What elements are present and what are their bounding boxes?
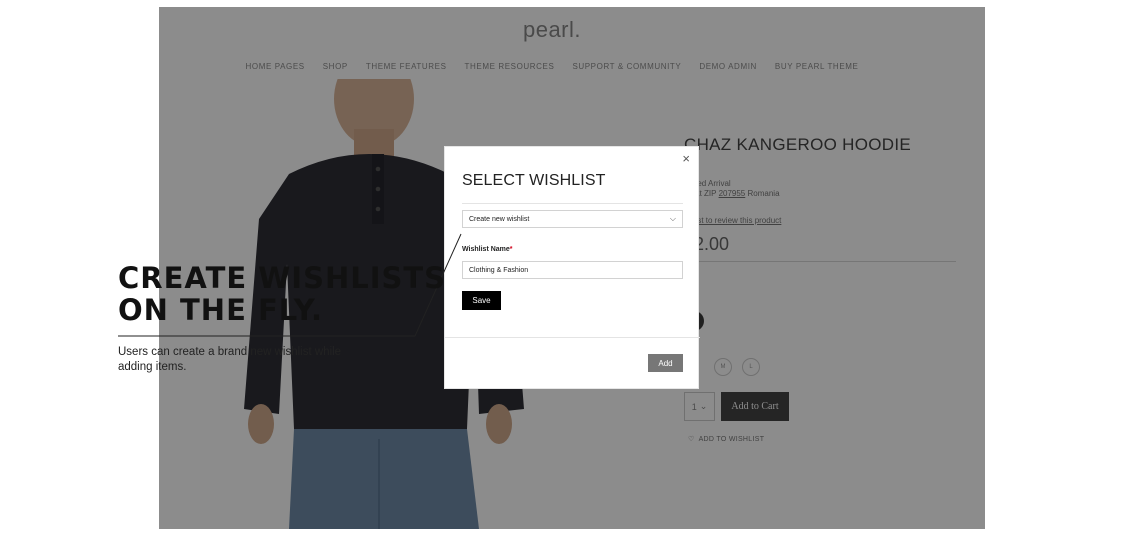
callout-heading-line1: CREATE WISHLISTS bbox=[118, 261, 447, 295]
close-icon[interactable]: × bbox=[682, 151, 690, 166]
wishlist-select[interactable]: Create new wishlist ⌵ bbox=[462, 210, 683, 228]
save-button[interactable]: Save bbox=[462, 291, 501, 310]
callout-heading-line2: ON THE FLY. bbox=[118, 293, 323, 327]
chevron-down-icon: ⌵ bbox=[669, 214, 676, 223]
modal-title: SELECT WISHLIST bbox=[462, 172, 606, 189]
divider bbox=[462, 203, 683, 204]
stage: pearl. HOME PAGES SHOP THEME FEATURES TH… bbox=[0, 0, 1132, 536]
add-button[interactable]: Add bbox=[648, 354, 683, 372]
wishlist-name-input[interactable]: Clothing & Fashion bbox=[462, 261, 683, 279]
wishlist-select-value: Create new wishlist bbox=[469, 215, 530, 223]
wishlist-name-label-text: Wishlist Name bbox=[462, 246, 510, 253]
callout-text: Users can create a brand new wishlist wh… bbox=[118, 346, 342, 373]
callout-heading: CREATE WISHLISTS ON THE FLY. bbox=[118, 262, 448, 326]
required-mark: * bbox=[509, 246, 513, 253]
divider bbox=[445, 337, 700, 338]
select-wishlist-modal: × SELECT WISHLIST Create new wishlist ⌵ … bbox=[444, 146, 700, 389]
wishlist-name-label: Wishlist Name* bbox=[462, 246, 513, 253]
